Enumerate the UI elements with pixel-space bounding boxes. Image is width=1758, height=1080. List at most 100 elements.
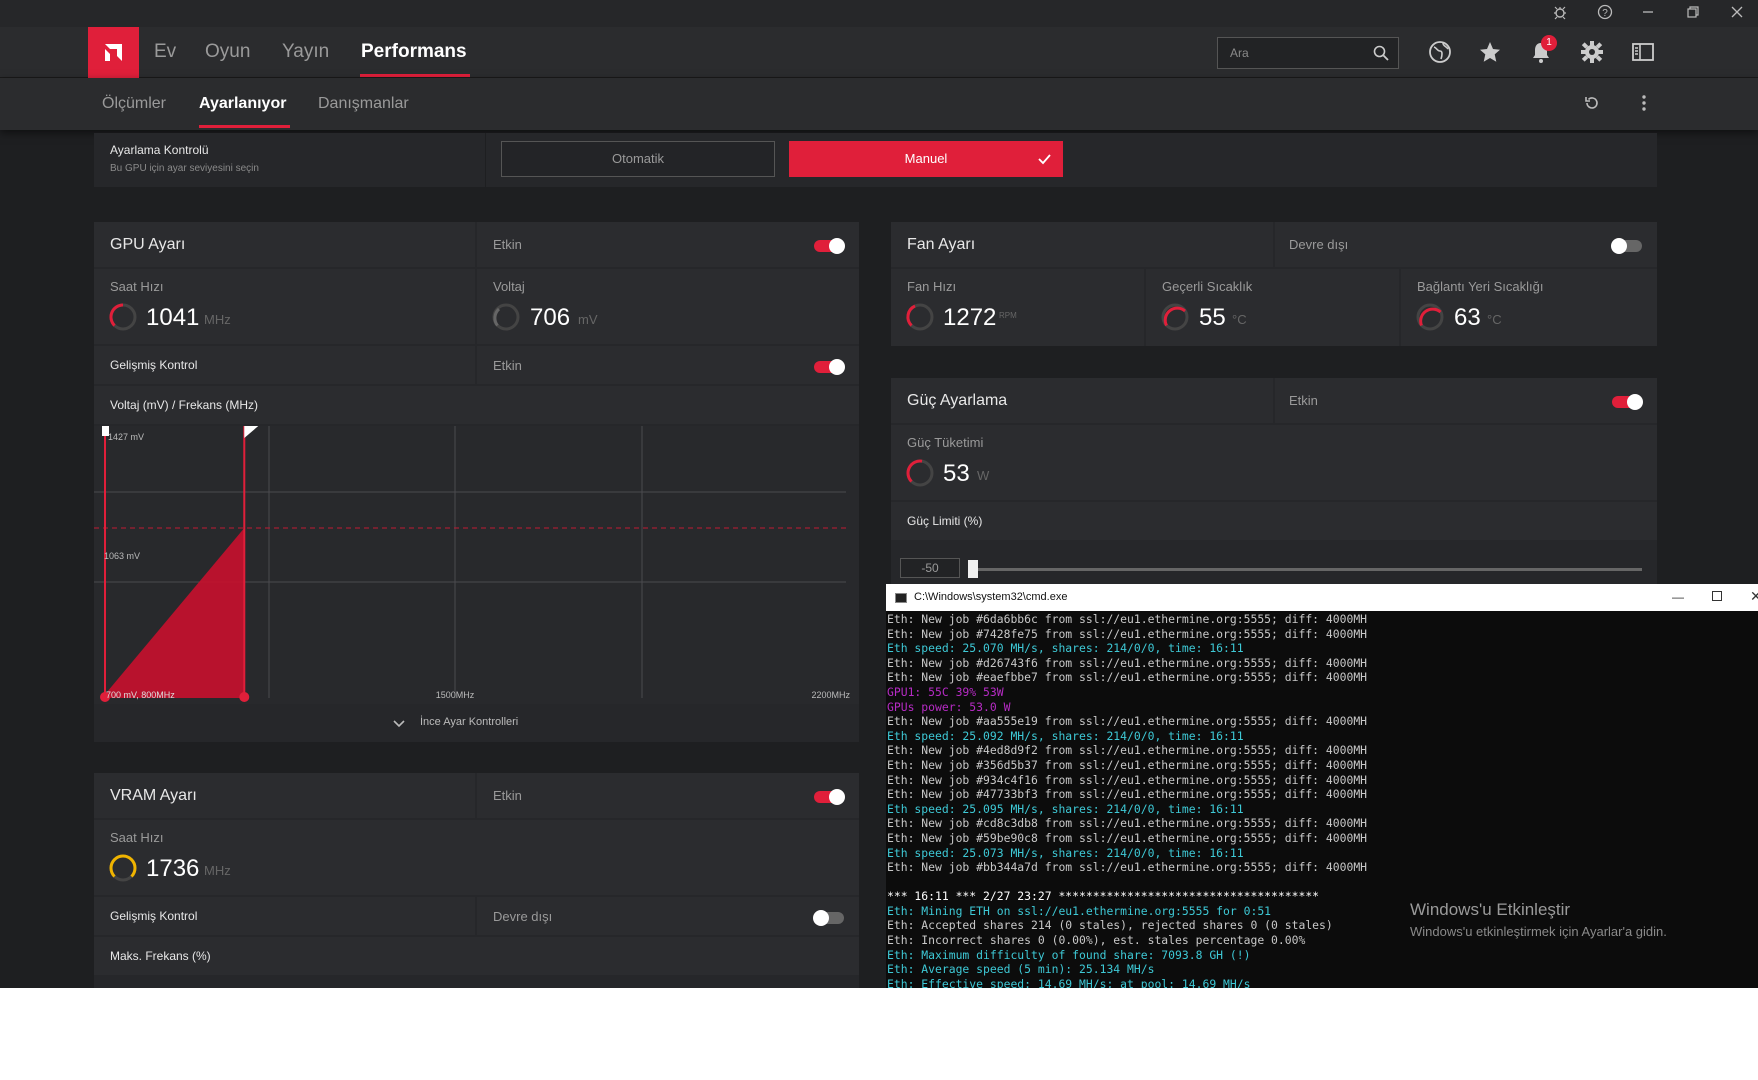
gpu-tuning-toggle[interactable] xyxy=(814,238,845,254)
gpu-advanced-status: Etkin xyxy=(493,358,522,373)
cmd-minimize-icon[interactable]: — xyxy=(1672,590,1684,604)
nav-performance[interactable]: Performans xyxy=(361,41,467,63)
vram-tuning-toggle[interactable] xyxy=(814,789,845,805)
fine-tune-label: İnce Ayar Kontrolleri xyxy=(420,716,519,728)
gear-icon[interactable] xyxy=(1579,39,1605,65)
auto-button[interactable]: Otomatik xyxy=(501,141,775,177)
tab-advisors[interactable]: Danışmanlar xyxy=(318,95,409,113)
gpu-advanced-toggle[interactable] xyxy=(814,359,845,375)
power-limit-input[interactable]: -50 xyxy=(900,558,960,578)
power-consumption-gauge-icon xyxy=(905,458,935,488)
power-tuning-toggle[interactable] xyxy=(1612,394,1643,410)
reset-icon[interactable] xyxy=(1583,94,1601,117)
cmd-line: Eth: New job #d26743f6 from ssl://eu1.et… xyxy=(887,655,1368,670)
vram-clock-value: 1736 xyxy=(146,855,200,882)
gpu-tuning-status: Etkin xyxy=(493,237,522,252)
fan-tuning-toggle[interactable] xyxy=(1611,238,1642,254)
help-icon[interactable]: ? xyxy=(1595,4,1615,24)
cmd-line: Eth: New job #aa555e19 from ssl://eu1.et… xyxy=(887,714,1368,729)
vram-advanced-status: Devre dışı xyxy=(493,909,553,924)
sidebar-panel-icon[interactable] xyxy=(1630,39,1656,65)
power-limit-slider-track[interactable] xyxy=(970,568,1642,571)
vram-clock-label: Saat Hızı xyxy=(110,830,164,845)
nav-home[interactable]: Ev xyxy=(154,41,176,63)
notification-badge: 1 xyxy=(1541,35,1557,51)
junction-temp-gauge-icon xyxy=(1415,302,1445,332)
radeon-software-window: ? Ev Oyun Yayın Performans Ara 1 Ölçümle… xyxy=(0,0,1758,988)
power-limit-label: Güç Limiti (%) xyxy=(907,514,983,528)
gpu-voltage-gauge-icon xyxy=(491,302,521,332)
title-bar: ? xyxy=(0,0,1758,27)
manual-button-label: Manuel xyxy=(904,151,948,166)
cmd-line: GPU1: 55C 39% 53W xyxy=(887,684,1004,699)
gpu-clock-gauge-icon xyxy=(108,302,138,332)
cmd-line: *** 16:11 *** 2/27 23:27 ***************… xyxy=(887,889,1320,904)
gpu-voltage-unit: mV xyxy=(578,312,598,327)
power-limit-slider-handle[interactable] xyxy=(968,560,978,578)
check-icon xyxy=(1037,141,1051,191)
cmd-line: Eth: New job #934c4f16 from ssl://eu1.et… xyxy=(887,772,1368,787)
cmd-title-bar[interactable]: C:\Windows\system32\cmd.exe — ✕ xyxy=(886,584,1758,611)
vram-advanced-toggle[interactable] xyxy=(813,910,844,926)
start-point-label: 700 mV, 800MHz xyxy=(106,690,175,700)
minimize-icon[interactable] xyxy=(1638,4,1658,24)
nav-active-indicator xyxy=(360,74,470,77)
cmd-line: Eth speed: 25.073 MH/s, shares: 214/0/0,… xyxy=(887,845,1244,860)
fan-speed-unit: RPM xyxy=(999,311,1017,320)
cmd-line: Eth speed: 25.070 MH/s, shares: 214/0/0,… xyxy=(887,641,1244,656)
cmd-line: Eth: New job #7428fe75 from ssl://eu1.et… xyxy=(887,626,1368,641)
close-icon[interactable] xyxy=(1727,4,1747,24)
vram-tuning-status: Etkin xyxy=(493,788,522,803)
cmd-line: Eth speed: 25.095 MH/s, shares: 214/0/0,… xyxy=(887,801,1244,816)
chevron-down-icon xyxy=(392,716,406,734)
restore-icon[interactable] xyxy=(1683,4,1703,24)
cmd-line: Eth: New job #cd8c3db8 from ssl://eu1.et… xyxy=(887,816,1368,831)
search-box[interactable]: Ara xyxy=(1217,37,1399,69)
bug-report-icon[interactable] xyxy=(1550,4,1570,24)
cmd-maximize-icon[interactable] xyxy=(1712,591,1722,601)
cmd-line: Eth: Maximum difficulty of found share: … xyxy=(887,947,1251,962)
fine-tune-row[interactable]: İnce Ayar Kontrolleri xyxy=(94,704,859,742)
gpu-clock-value: 1041 xyxy=(146,304,200,331)
gpu-tuning-title: GPU Ayarı xyxy=(110,236,186,253)
cmd-line xyxy=(887,875,1757,890)
more-options-icon[interactable] xyxy=(1638,94,1650,117)
gpu-voltage-value: 706 xyxy=(530,304,571,331)
tab-active-indicator xyxy=(199,125,290,128)
gpu-advanced-label: Gelişmiş Kontrol xyxy=(110,358,198,372)
tab-tuning[interactable]: Ayarlanıyor xyxy=(199,95,286,113)
vram-clock-gauge-icon xyxy=(108,853,138,883)
tab-metrics[interactable]: Ölçümler xyxy=(102,95,166,113)
fan-tuning-status: Devre dışı xyxy=(1289,237,1349,252)
tuning-control-title: Ayarlama Kontrolü xyxy=(110,143,209,157)
main-header: Ev Oyun Yayın Performans Ara 1 xyxy=(0,27,1758,78)
vram-clock-unit: MHz xyxy=(204,863,231,878)
cmd-title: C:\Windows\system32\cmd.exe xyxy=(914,591,1068,603)
globe-icon[interactable] xyxy=(1427,39,1453,65)
voltage-frequency-chart[interactable]: 1427 mV 1063 mV 700 mV, 800MHz 1500MHz 2200M… xyxy=(94,426,859,704)
cmd-line: Eth: Average speed (5 min): 25.134 MH/s xyxy=(887,962,1155,977)
nav-gaming[interactable]: Oyun xyxy=(205,41,250,63)
mid-voltage-label: 1063 mV xyxy=(104,551,140,561)
cmd-line: Eth speed: 25.092 MH/s, shares: 214/0/0,… xyxy=(887,728,1244,743)
junction-temp-value: 63 xyxy=(1454,304,1481,331)
current-temp-label: Geçerli Sıcaklık xyxy=(1162,279,1253,294)
mid-frequency-label: 1500MHz xyxy=(436,690,475,700)
fan-tuning-title: Fan Ayarı xyxy=(907,236,976,253)
power-tuning-status: Etkin xyxy=(1289,393,1318,408)
nav-streaming[interactable]: Yayın xyxy=(282,41,329,63)
power-tuning-card: Güç Ayarlama Etkin Güç Tüketimi 53 W Güç… xyxy=(891,378,1657,584)
vf-end-point xyxy=(239,692,250,702)
amd-logo[interactable] xyxy=(88,27,139,78)
manual-button[interactable]: Manuel xyxy=(789,141,1063,177)
search-icon[interactable] xyxy=(1372,44,1390,67)
power-consumption-label: Güç Tüketimi xyxy=(907,435,984,450)
power-consumption-unit: W xyxy=(977,468,990,483)
star-icon[interactable] xyxy=(1477,39,1503,65)
search-input[interactable]: Ara xyxy=(1230,46,1249,60)
cmd-line: Eth: New job #4ed8d9f2 from ssl://eu1.et… xyxy=(887,743,1368,758)
svg-text:?: ? xyxy=(1602,8,1608,19)
cmd-close-icon[interactable]: ✕ xyxy=(1750,588,1758,605)
vram-advanced-label: Gelişmiş Kontrol xyxy=(110,909,198,923)
current-temp-unit: °C xyxy=(1232,312,1247,327)
